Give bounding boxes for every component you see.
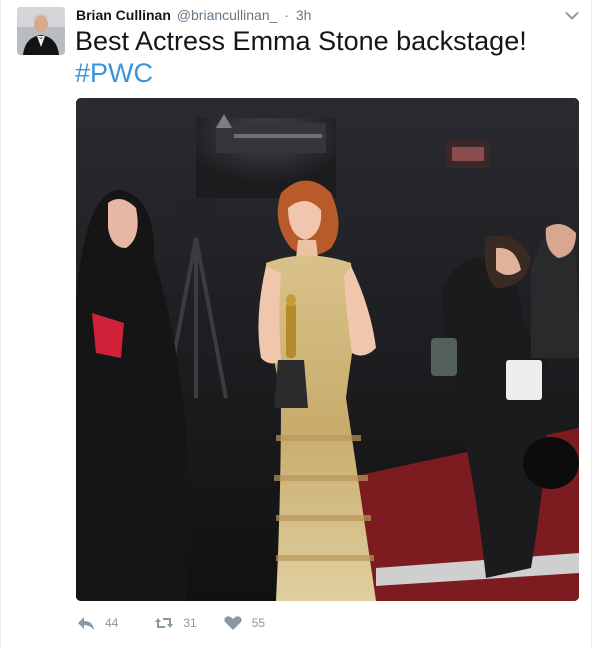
- heart-icon: [223, 615, 243, 631]
- tweet-card: Brian Cullinan @briancullinan_ · 3h Best…: [0, 0, 592, 647]
- tweet-photo[interactable]: [76, 98, 579, 601]
- reply-button[interactable]: 44: [76, 615, 118, 631]
- like-button[interactable]: 55: [223, 615, 265, 631]
- tweet-timestamp[interactable]: 3h: [296, 7, 312, 23]
- retweet-icon: [154, 615, 174, 631]
- photo-icon: [76, 98, 579, 601]
- reply-count: 44: [105, 616, 119, 630]
- avatar-image: [17, 7, 65, 55]
- like-count: 55: [251, 616, 266, 630]
- retweet-count: 31: [183, 616, 197, 630]
- tweet-actions: 44 31 55: [76, 612, 291, 634]
- tweet-text: Best Actress Emma Stone backstage!: [75, 26, 527, 56]
- hashtag-link[interactable]: #PWC: [75, 57, 153, 89]
- chevron-down-icon[interactable]: [565, 8, 579, 20]
- header-separator: ·: [284, 7, 289, 23]
- avatar[interactable]: [17, 7, 65, 55]
- author-name[interactable]: Brian Cullinan: [76, 7, 171, 23]
- reply-icon: [76, 615, 96, 631]
- tweet-header: Brian Cullinan @briancullinan_ · 3h: [76, 6, 311, 24]
- retweet-button[interactable]: 31: [154, 615, 197, 631]
- author-handle[interactable]: @briancullinan_: [177, 7, 278, 23]
